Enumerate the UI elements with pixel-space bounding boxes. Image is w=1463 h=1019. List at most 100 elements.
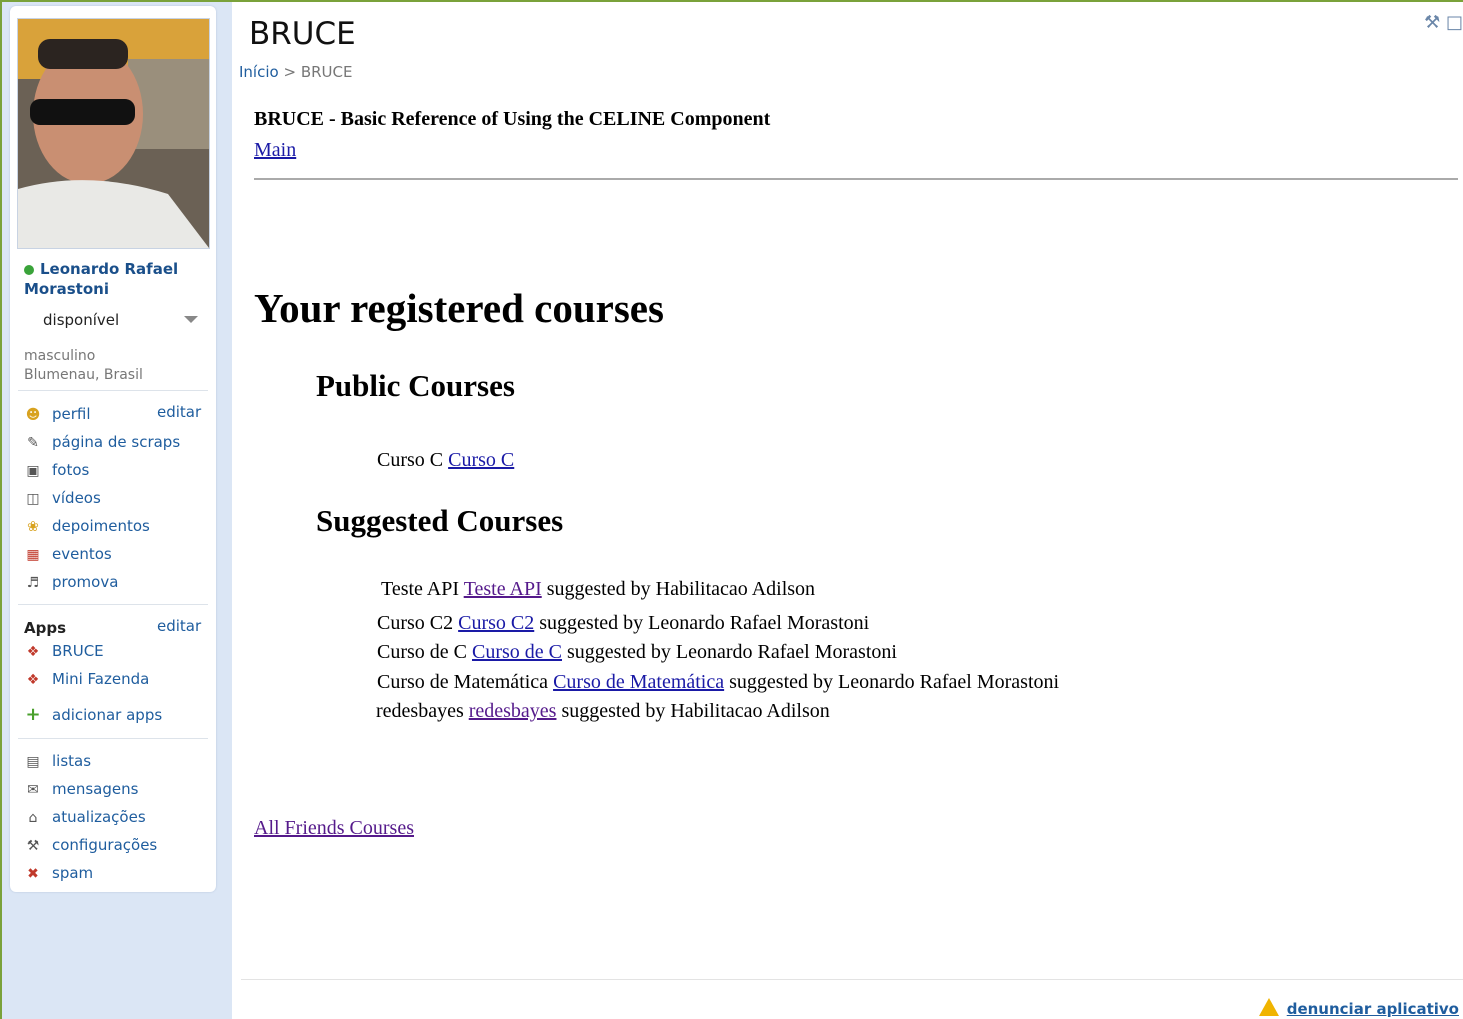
trash-icon[interactable]: □ xyxy=(1446,12,1463,33)
mail-icon: ✉ xyxy=(27,782,39,798)
breadcrumb-current: BRUCE xyxy=(300,63,353,81)
suggested-course-row: Teste API Teste API suggested by Habilit… xyxy=(381,578,815,601)
suggested-by-name: Leonardo Rafael Morastoni xyxy=(648,612,870,634)
nav-item-label[interactable]: depoimentos xyxy=(52,517,150,535)
nav-item-scraps[interactable]: ✎ página de scraps xyxy=(24,431,180,453)
breadcrumb: Início > BRUCE xyxy=(239,63,353,81)
course-link[interactable]: Curso C2 xyxy=(458,612,534,634)
divider xyxy=(18,604,208,605)
nav-item-label[interactable]: listas xyxy=(52,752,91,770)
suggested-by-label: suggested by xyxy=(546,578,651,600)
videos-icon: ◫ xyxy=(26,491,40,507)
course-link[interactable]: Curso de C xyxy=(472,641,562,663)
report-app-label[interactable]: denunciar aplicativo xyxy=(1287,1000,1459,1018)
nav-item-atualizacoes[interactable]: ⌂ atualizações xyxy=(24,806,146,828)
nav-item-label[interactable]: perfil xyxy=(52,405,91,423)
nav-item-depoimentos[interactable]: ❀ depoimentos xyxy=(24,515,150,537)
nav-item-label[interactable]: mensagens xyxy=(52,780,138,798)
app-item-label[interactable]: Mini Fazenda xyxy=(52,670,149,688)
promote-icon: ♬ xyxy=(26,575,40,591)
profile-icon: ☻ xyxy=(25,407,41,423)
add-apps-link[interactable]: + adicionar apps xyxy=(24,704,162,726)
profile-name[interactable]: Leonardo Rafael Morastoni xyxy=(24,259,214,299)
suggested-course-row: Curso de Matemática Curso de Matemática … xyxy=(377,671,1059,694)
nav-item-label[interactable]: página de scraps xyxy=(52,433,180,451)
online-status-icon xyxy=(24,264,34,275)
course-link[interactable]: Curso de Matemática xyxy=(553,671,724,693)
suggested-by-name: Habilitacao Adilson xyxy=(670,700,830,722)
course-name: Teste API xyxy=(381,578,460,600)
suggested-by-label: suggested by xyxy=(567,641,671,663)
suggested-course-row: redesbayes redesbayes suggested by Habil… xyxy=(376,700,830,723)
divider xyxy=(18,390,208,391)
course-name: redesbayes xyxy=(376,700,464,722)
plus-icon: + xyxy=(25,704,41,725)
nav-item-label[interactable]: atualizações xyxy=(52,808,146,826)
profile-location: Blumenau, Brasil xyxy=(24,367,143,383)
suggested-by-label: suggested by xyxy=(561,700,666,722)
nav-item-listas[interactable]: ▤ listas xyxy=(24,750,91,772)
public-course-row: Curso C Curso C xyxy=(377,449,514,472)
suggested-course-row: Curso de C Curso de C suggested by Leona… xyxy=(377,641,897,664)
edit-profile-link[interactable]: editar xyxy=(157,403,201,421)
app-item-label[interactable]: BRUCE xyxy=(52,642,104,660)
add-apps-label[interactable]: adicionar apps xyxy=(52,706,162,724)
app-icon: ❖ xyxy=(26,672,40,688)
photos-icon: ▣ xyxy=(26,463,40,479)
nav-item-configuracoes[interactable]: ⚒ configurações xyxy=(24,834,158,856)
profile-card: Leonardo Rafael Morastoni disponível mas… xyxy=(10,6,216,892)
warning-icon xyxy=(1258,998,1279,1016)
apps-heading: Apps xyxy=(24,619,67,637)
nav-item-promova[interactable]: ♬ promova xyxy=(24,571,119,593)
app-icon: ❖ xyxy=(26,644,40,660)
scrapbook-icon: ✎ xyxy=(27,435,39,451)
chevron-down-icon[interactable] xyxy=(184,316,198,323)
profile-name-text[interactable]: Leonardo Rafael Morastoni xyxy=(24,260,178,298)
course-name: Curso de Matemática xyxy=(377,671,549,693)
breadcrumb-separator: > xyxy=(283,63,297,81)
report-app-link[interactable]: denunciar aplicativo xyxy=(1258,996,1459,1018)
app-item-bruce[interactable]: ❖ BRUCE xyxy=(24,640,104,662)
suggested-by-label: suggested by xyxy=(729,671,834,693)
public-courses-heading: Public Courses xyxy=(316,368,515,403)
nav-item-label[interactable]: fotos xyxy=(52,461,89,479)
nav-item-label[interactable]: vídeos xyxy=(52,489,101,507)
nav-item-eventos[interactable]: ▦ eventos xyxy=(24,543,112,565)
avatar[interactable] xyxy=(17,18,210,249)
divider xyxy=(241,979,1463,980)
app-item-mini-fazenda[interactable]: ❖ Mini Fazenda xyxy=(24,668,150,690)
app-title: BRUCE - Basic Reference of Using the CEL… xyxy=(254,108,771,130)
left-sidebar: Leonardo Rafael Morastoni disponível mas… xyxy=(2,2,232,1019)
all-friends-courses-link[interactable]: All Friends Courses xyxy=(254,817,414,840)
profile-gender: masculino xyxy=(24,348,96,364)
nav-item-videos[interactable]: ◫ vídeos xyxy=(24,487,101,509)
nav-item-label[interactable]: configurações xyxy=(52,836,157,854)
nav-item-mensagens[interactable]: ✉ mensagens xyxy=(24,778,138,800)
updates-icon: ⌂ xyxy=(28,810,38,826)
nav-item-label[interactable]: spam xyxy=(52,864,93,882)
suggested-by-label: suggested by xyxy=(539,612,644,634)
breadcrumb-home-link[interactable]: Início xyxy=(239,63,279,81)
page-title: BRUCE xyxy=(249,16,356,52)
main-link[interactable]: Main xyxy=(254,139,296,162)
app-tools: ⚒ □ xyxy=(1424,12,1463,33)
wrench-icon[interactable]: ⚒ xyxy=(1424,12,1440,33)
nav-item-label[interactable]: promova xyxy=(52,573,118,591)
nav-item-label[interactable]: eventos xyxy=(52,545,112,563)
suggested-courses-heading: Suggested Courses xyxy=(316,503,564,538)
course-link[interactable]: Curso C xyxy=(448,449,514,471)
status-select[interactable]: disponível xyxy=(43,311,119,329)
main-content: BRUCE ⚒ □ Início > BRUCE BRUCE - Basic R… xyxy=(239,0,1463,1019)
edit-apps-link[interactable]: editar xyxy=(157,617,201,635)
suggested-course-row: Curso C2 Curso C2 suggested by Leonardo … xyxy=(377,612,869,635)
divider xyxy=(254,178,1458,180)
nav-item-perfil[interactable]: ☻ perfil xyxy=(24,403,91,425)
course-name: Curso C xyxy=(377,449,444,471)
calendar-icon: ▦ xyxy=(26,547,40,563)
course-link[interactable]: redesbayes xyxy=(469,700,557,722)
nav-item-fotos[interactable]: ▣ fotos xyxy=(24,459,89,481)
suggested-by-name: Leonardo Rafael Morastoni xyxy=(838,671,1060,693)
list-icon: ▤ xyxy=(26,754,40,770)
nav-item-spam[interactable]: ✖ spam xyxy=(24,862,93,884)
course-link[interactable]: Teste API xyxy=(464,578,542,600)
